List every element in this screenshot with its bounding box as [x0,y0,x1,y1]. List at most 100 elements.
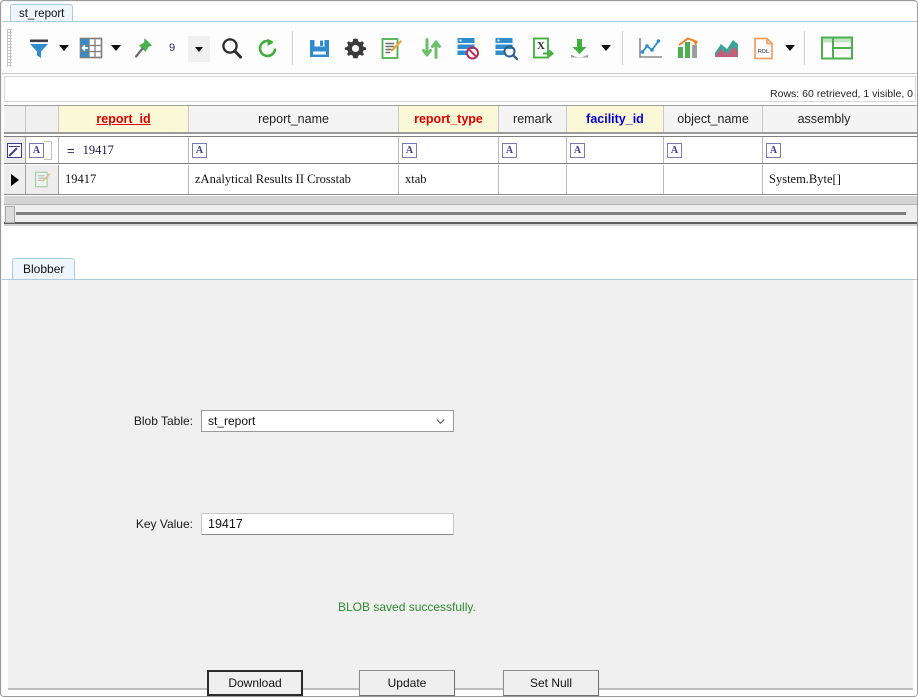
sort-updown-icon[interactable] [414,30,448,66]
document-tab-st-report[interactable]: st_report [10,4,73,22]
status-message: BLOB saved successfully. [338,600,476,614]
text-filter-icon: A [192,143,207,158]
tab-blobber[interactable]: Blobber [12,258,75,279]
filter-cell-assembly[interactable]: A [763,137,885,163]
filter-icon[interactable] [22,30,56,66]
column-header-report-name[interactable]: report_name [189,106,399,132]
cell-remark[interactable] [499,165,567,194]
delete-rows-icon[interactable] [450,30,486,66]
filter-cell-remark[interactable]: A [499,137,567,163]
filter-value: 19417 [83,143,114,158]
column-header-object-name[interactable]: object_name [664,106,763,132]
key-value-input[interactable]: 19417 [201,513,454,535]
area-chart-icon[interactable] [708,30,744,66]
grid-rowstate-header [26,106,59,132]
main-toolbar: 9 [2,22,918,74]
column-header-facility-id[interactable]: facility_id [567,106,664,132]
scrollbar-left-button[interactable] [5,206,15,223]
edit-script-icon[interactable] [374,30,408,66]
key-value-text: 19417 [208,514,243,534]
filter-operator: = [67,143,75,158]
row-count-spinner[interactable]: 9 [160,30,184,66]
update-button[interactable]: Update [359,670,455,696]
download-icon[interactable] [562,30,596,66]
cell-report-id[interactable]: 19417 [59,165,189,194]
key-value-label: Key Value: [68,517,193,531]
cell-object-name[interactable] [664,165,763,194]
edit-row-icon [33,170,52,189]
grid-corner-header[interactable] [4,106,26,132]
download-button-label: Download [228,676,281,690]
column-header-remark[interactable]: remark [499,106,567,132]
filter-cell-report-type[interactable]: A [399,137,499,163]
scrollbar-thumb[interactable] [16,212,906,215]
document-tab-label: st_report [19,8,64,20]
filter-row-selector[interactable] [4,137,26,163]
blob-table-select[interactable]: st_report [201,410,454,432]
blobber-panel: Blobber Blob Table: st_report Key Value:… [2,252,918,697]
column-header-report-id[interactable]: report_id [59,106,189,132]
toolbar-separator-2 [622,31,623,65]
layout-grid-icon[interactable] [814,30,860,66]
chevron-down-icon [436,417,445,426]
download-button[interactable]: Download [207,670,303,696]
cell-report-type[interactable]: xtab [399,165,499,194]
row-edit-indicator[interactable] [26,165,59,194]
rdl-report-icon[interactable]: RDL [746,30,780,66]
svg-text:RDL: RDL [757,49,769,55]
current-row-arrow-icon [11,174,19,186]
table-row[interactable]: 19417 zAnalytical Results II Crosstab xt… [4,165,917,195]
inspect-rows-icon[interactable] [488,30,524,66]
column-header-label: assembly [798,112,851,126]
document-tab-strip: st_report [2,2,918,22]
application-window: st_report [0,0,918,697]
filter-cell-report-id[interactable]: = 19417 [59,137,189,163]
filter-cell-mode[interactable]: A [26,137,59,163]
column-header-label: remark [513,112,552,126]
grid-header-row: report_id report_name report_type remark… [4,105,917,134]
text-filter-icon: A [402,143,417,158]
text-filter-icon: A [502,143,517,158]
row-indicator[interactable] [4,165,26,194]
spinner-dropdown-caret[interactable] [188,36,210,62]
text-filter-icon: A [570,143,585,158]
filter-dropdown-caret[interactable] [56,30,72,66]
pin-icon[interactable] [128,30,160,66]
cell-facility-id[interactable] [567,165,664,194]
column-header-label: report_type [414,112,483,126]
blob-table-label: Blob Table: [68,414,193,428]
excel-export-icon[interactable]: X [526,30,560,66]
column-header-report-type[interactable]: report_type [399,106,499,132]
line-chart-icon[interactable] [632,30,668,66]
download-dropdown-caret[interactable] [598,30,614,66]
columns-dropdown-caret[interactable] [108,30,124,66]
horizontal-scrollbar[interactable] [4,204,917,224]
cell-assembly[interactable]: System.Byte[] [763,165,885,194]
filter-cell-facility-id[interactable]: A [567,137,664,163]
filter-cell-report-name[interactable]: A [189,137,399,163]
search-icon[interactable] [214,30,248,66]
toolbar-separator-1 [292,31,293,65]
svg-text:X: X [537,40,545,52]
filter-cell-object-name[interactable]: A [664,137,763,163]
set-null-button[interactable]: Set Null [503,670,599,696]
rdl-dropdown-caret[interactable] [782,30,798,66]
blobber-tab-strip: Blobber [2,258,918,280]
filter-mode-extra [44,141,52,160]
text-filter-icon: A [766,143,781,158]
toolbar-grip[interactable] [7,29,12,67]
column-header-label: object_name [677,112,749,126]
column-header-label: report_id [96,112,150,126]
save-icon[interactable] [302,30,336,66]
cell-report-name[interactable]: zAnalytical Results II Crosstab [189,165,399,194]
bar-chart-icon[interactable] [670,30,706,66]
set-null-button-label: Set Null [530,676,572,690]
columns-icon[interactable] [74,30,108,66]
blobber-form: Blob Table: st_report Key Value: 19417 B… [8,280,913,690]
column-header-assembly[interactable]: assembly [763,106,885,132]
refresh-icon[interactable] [250,30,284,66]
select-all-icon [7,143,22,158]
row-count-value: 9 [169,42,175,54]
settings-gear-icon[interactable] [338,30,372,66]
update-button-label: Update [388,676,427,690]
